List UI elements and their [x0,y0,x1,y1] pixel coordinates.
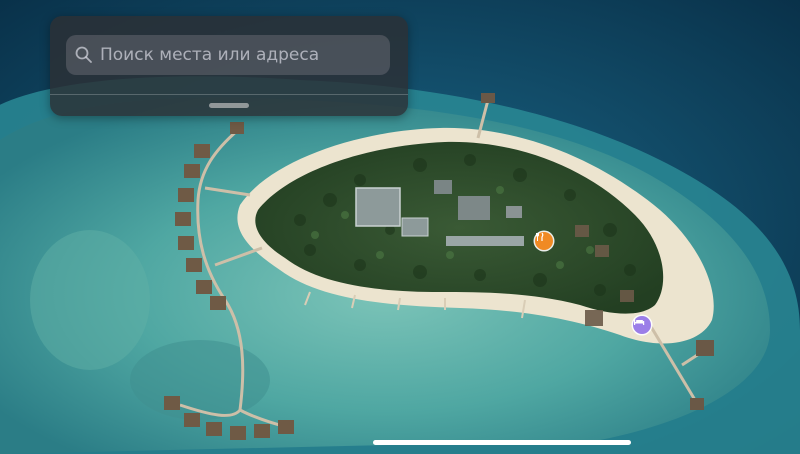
fork-knife-icon [536,232,544,241]
search-icon [75,46,92,63]
home-indicator[interactable] [373,440,631,445]
bed-icon [634,318,645,325]
restaurant-marker[interactable] [535,232,553,250]
search-input[interactable]: Поиск места или адреса [66,35,390,75]
search-sheet[interactable]: Поиск места или адреса [50,16,408,116]
hotel-marker[interactable] [633,316,651,334]
panel-divider [50,94,408,95]
sheet-drag-handle[interactable] [209,103,249,108]
search-placeholder: Поиск места или адреса [100,45,320,65]
